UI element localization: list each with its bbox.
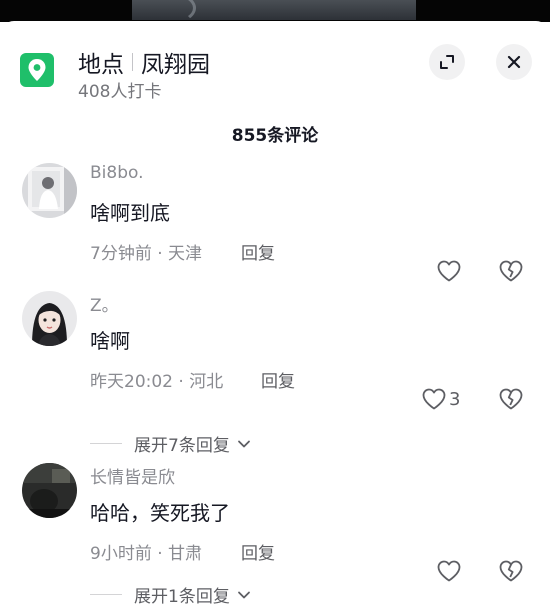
title-divider <box>132 53 133 71</box>
comment-username[interactable]: Bi8bo. <box>90 163 144 183</box>
expand-divider <box>90 443 122 444</box>
expand-icon <box>440 55 454 69</box>
video-background <box>0 0 550 24</box>
reply-button[interactable]: 回复 <box>241 239 275 264</box>
comment-meta: 昨天20:02 · 河北 <box>90 372 224 392</box>
heart-icon <box>422 388 446 410</box>
comment-username[interactable]: 长情皆是欣 <box>90 463 175 488</box>
dislike-button[interactable] <box>498 559 524 587</box>
reply-button[interactable]: 回复 <box>261 367 295 392</box>
location-kind-label: 地点 <box>78 52 124 78</box>
comment-text: 哈哈，笑死我了 <box>90 501 230 525</box>
avatar[interactable] <box>22 291 77 346</box>
expand-button[interactable] <box>429 44 465 80</box>
comments-sheet: 地点 凤翔园 408人打卡 855条评论 Bi8bo. 啥啊到底 7分钟前 · … <box>0 21 550 607</box>
broken-heart-icon <box>499 388 523 410</box>
location-name: 凤翔园 <box>141 52 210 78</box>
expand-divider <box>90 594 122 595</box>
avatar[interactable] <box>22 163 77 218</box>
comment-text: 啥啊 <box>90 329 130 353</box>
comment-text: 啥啊到底 <box>90 201 170 225</box>
chevron-down-icon <box>236 587 252 603</box>
expand-replies-label: 展开7条回复 <box>134 436 230 456</box>
heart-icon <box>437 560 461 582</box>
broken-heart-icon <box>499 560 523 582</box>
close-button[interactable] <box>496 44 532 80</box>
like-button[interactable] <box>436 559 464 583</box>
video-frame <box>132 0 416 24</box>
location-title[interactable]: 地点 凤翔园 <box>78 45 210 79</box>
dislike-button[interactable] <box>498 259 524 287</box>
heart-icon <box>437 260 461 282</box>
expand-replies-button[interactable]: 展开7条回复 <box>90 431 252 456</box>
comment-count-title: 855条评论 <box>231 126 319 146</box>
broken-heart-icon <box>499 260 523 282</box>
chevron-down-icon <box>236 436 252 452</box>
expand-replies-label: 展开1条回复 <box>134 587 230 607</box>
reply-button[interactable]: 回复 <box>241 539 275 564</box>
expand-replies-button[interactable]: 展开1条回复 <box>90 582 252 607</box>
close-icon <box>507 55 521 69</box>
comment-username[interactable]: Z。 <box>90 291 119 316</box>
dislike-button[interactable] <box>498 387 524 415</box>
location-pin-icon[interactable] <box>20 53 54 87</box>
like-button[interactable] <box>436 259 464 283</box>
avatar[interactable] <box>22 463 77 518</box>
checkin-count: 408人打卡 <box>78 82 162 102</box>
like-count: 3 <box>449 388 461 410</box>
comment-meta: 7分钟前 · 天津 <box>90 244 203 264</box>
comment-meta: 9小时前 · 甘肃 <box>90 544 203 564</box>
like-button[interactable]: 3 <box>421 387 460 411</box>
